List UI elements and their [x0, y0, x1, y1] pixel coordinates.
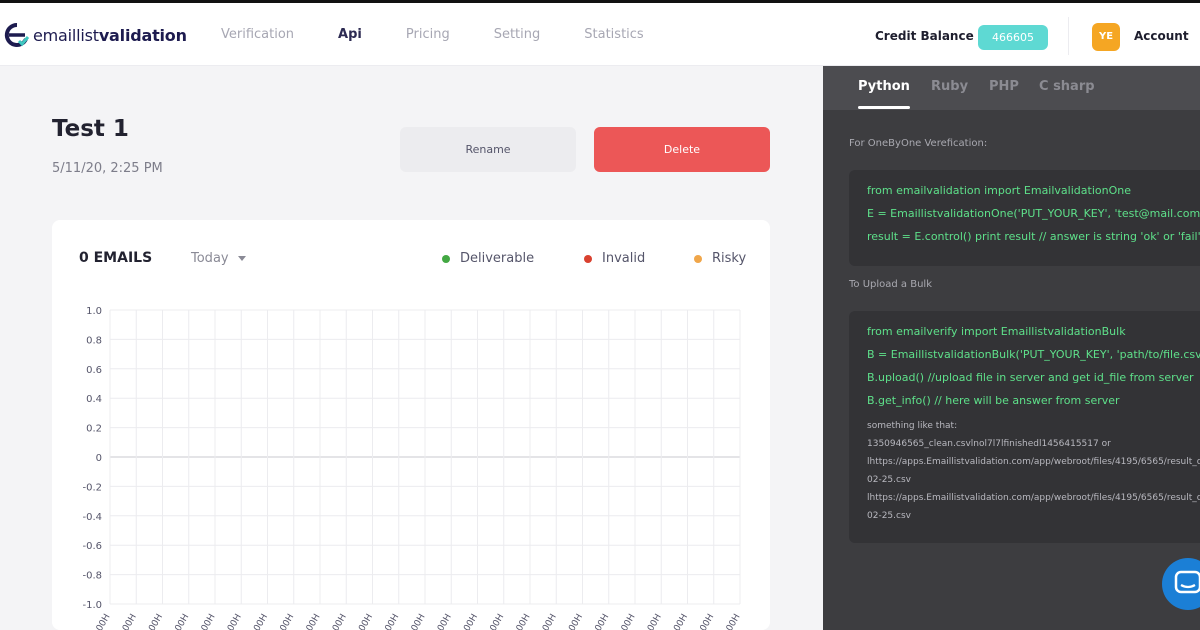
period-value: Today	[191, 251, 229, 266]
x-tick-label: 00H	[200, 613, 218, 630]
y-tick-label: 0.4	[86, 394, 102, 405]
y-tick-label: 0.2	[86, 424, 102, 435]
period-dropdown[interactable]: Today	[191, 251, 246, 266]
onebyone-code-block: from emailvalidation import Emailvalidat…	[849, 170, 1200, 266]
caret-down-icon	[237, 256, 246, 261]
nav-api[interactable]: Api	[338, 27, 362, 42]
x-tick-label: 00H	[462, 613, 480, 630]
note-line: something like that:	[867, 421, 958, 431]
dot-icon	[694, 254, 702, 263]
note-line: lhttps://apps.Emaillistvalidation.com/ap…	[867, 493, 1200, 503]
nav-pricing[interactable]: Pricing	[406, 27, 450, 42]
emails-count: 0 EMAILS	[79, 250, 153, 266]
x-tick-label: 00H	[331, 613, 349, 630]
note-line: 02-25.csv	[867, 511, 911, 521]
legend-deliverable[interactable]: Deliverable	[442, 251, 534, 266]
x-tick-label: 00H	[95, 613, 113, 630]
credit-balance-badge: 466605	[978, 25, 1048, 50]
active-tab-indicator	[858, 106, 910, 109]
y-tick-label: 0.6	[86, 365, 102, 376]
x-tick-label: 00H	[620, 613, 638, 630]
y-tick-label: -0.2	[82, 482, 102, 493]
x-tick-label: 00H	[410, 613, 428, 630]
x-tick-label: 00H	[252, 613, 270, 630]
chat-widget-button[interactable]	[1162, 558, 1200, 610]
x-tick-label: 00H	[384, 613, 402, 630]
dot-icon	[584, 254, 592, 263]
x-tick-label: 00H	[436, 613, 454, 630]
tab-php[interactable]: PHP	[989, 79, 1019, 94]
nav-verification[interactable]: Verification	[221, 27, 294, 42]
y-tick-label: 0	[96, 453, 102, 464]
code-line: E = EmaillistvalidationOne('PUT_YOUR_KEY…	[867, 207, 1200, 220]
y-tick-label: -1.0	[82, 600, 102, 611]
logo[interactable]: emaillistvalidation	[4, 22, 187, 48]
nav-statistics[interactable]: Statistics	[584, 27, 643, 42]
x-tick-label: 00H	[279, 613, 297, 630]
x-tick-label: 00H	[147, 613, 165, 630]
code-line: B.get_info() // here will be answer from…	[867, 394, 1120, 407]
stats-card: 0 EMAILS Today Deliverable Invalid Risky…	[52, 220, 770, 630]
note-line: lhttps://apps.Emaillistvalidation.com/ap…	[867, 457, 1200, 467]
header-divider	[1068, 17, 1069, 55]
x-tick-label: 00H	[699, 613, 717, 630]
top-header: emaillistvalidation Verification Api Pri…	[0, 0, 1200, 66]
main-nav: Verification Api Pricing Setting Statist…	[221, 27, 688, 42]
tab-python[interactable]: Python	[858, 79, 910, 94]
y-tick-label: -0.6	[82, 541, 102, 552]
note-line: 1350946565_clean.csvlnol7l7lfinishedl145…	[867, 439, 1111, 449]
tab-csharp[interactable]: C sharp	[1039, 79, 1095, 94]
x-tick-label: 00H	[226, 613, 244, 630]
page-title: Test 1	[52, 116, 129, 142]
x-tick-label: 00H	[305, 613, 323, 630]
x-tick-label: 00H	[357, 613, 375, 630]
tab-ruby[interactable]: Ruby	[931, 79, 968, 94]
x-tick-label: 00H	[567, 613, 585, 630]
language-tabs: Python Ruby PHP C sharp	[823, 66, 1200, 110]
x-tick-label: 00H	[725, 613, 743, 630]
note-line: 02-25.csv	[867, 475, 911, 485]
line-chart: 1.0 0.8 0.6 0.4 0.2 0 -0.2 -0.4 -0.6 -0.8 -1.0 00H 0…	[82, 306, 743, 630]
code-line: from emailvalidation import Emailvalidat…	[867, 184, 1131, 197]
nav-setting[interactable]: Setting	[494, 27, 541, 42]
x-tick-label: 00H	[489, 613, 507, 630]
y-tick-label: 0.8	[86, 335, 102, 346]
bulk-code-block: from emailverify import Emaillistvalidat…	[849, 311, 1200, 543]
legend-risky[interactable]: Risky	[694, 251, 746, 266]
code-panel: Python Ruby PHP C sharp For OneByOne Ver…	[823, 66, 1200, 630]
account-menu[interactable]: Account	[1134, 29, 1189, 43]
code-line: from emailverify import Emaillistvalidat…	[867, 325, 1126, 338]
x-tick-label: 00H	[515, 613, 533, 630]
x-tick-label: 00H	[174, 613, 192, 630]
y-tick-label: -0.4	[82, 512, 102, 523]
credit-balance-label: Credit Balance	[875, 29, 974, 43]
avatar[interactable]: YE	[1092, 23, 1120, 51]
chat-icon	[1174, 570, 1200, 594]
onebyone-label: For OneByOne Verefication:	[849, 138, 988, 149]
y-tick-label: 1.0	[86, 306, 102, 317]
legend-label: Invalid	[602, 251, 646, 266]
x-tick-label: 00H	[594, 613, 612, 630]
logo-e-icon	[4, 22, 30, 47]
code-line: B = EmaillistvalidationBulk('PUT_YOUR_KE…	[867, 348, 1200, 361]
x-tick-label: 00H	[541, 613, 559, 630]
x-tick-label: 00H	[672, 613, 690, 630]
legend-label: Risky	[712, 251, 747, 266]
legend-invalid[interactable]: Invalid	[584, 251, 645, 266]
code-line: result = E.control() print result // ans…	[867, 230, 1200, 243]
dot-icon	[442, 254, 450, 263]
y-tick-label: -0.8	[82, 571, 102, 582]
rename-button[interactable]: Rename	[400, 127, 576, 172]
legend-label: Deliverable	[460, 251, 535, 266]
bulk-label: To Upload a Bulk	[849, 279, 932, 290]
logo-text: emaillistvalidation	[33, 25, 187, 45]
delete-button[interactable]: Delete	[594, 127, 770, 172]
x-tick-label: 00H	[121, 613, 139, 630]
code-line: B.upload() //upload file in server and g…	[867, 371, 1194, 384]
x-tick-label: 00H	[646, 613, 664, 630]
page-date: 5/11/20, 2:25 PM	[52, 161, 163, 176]
